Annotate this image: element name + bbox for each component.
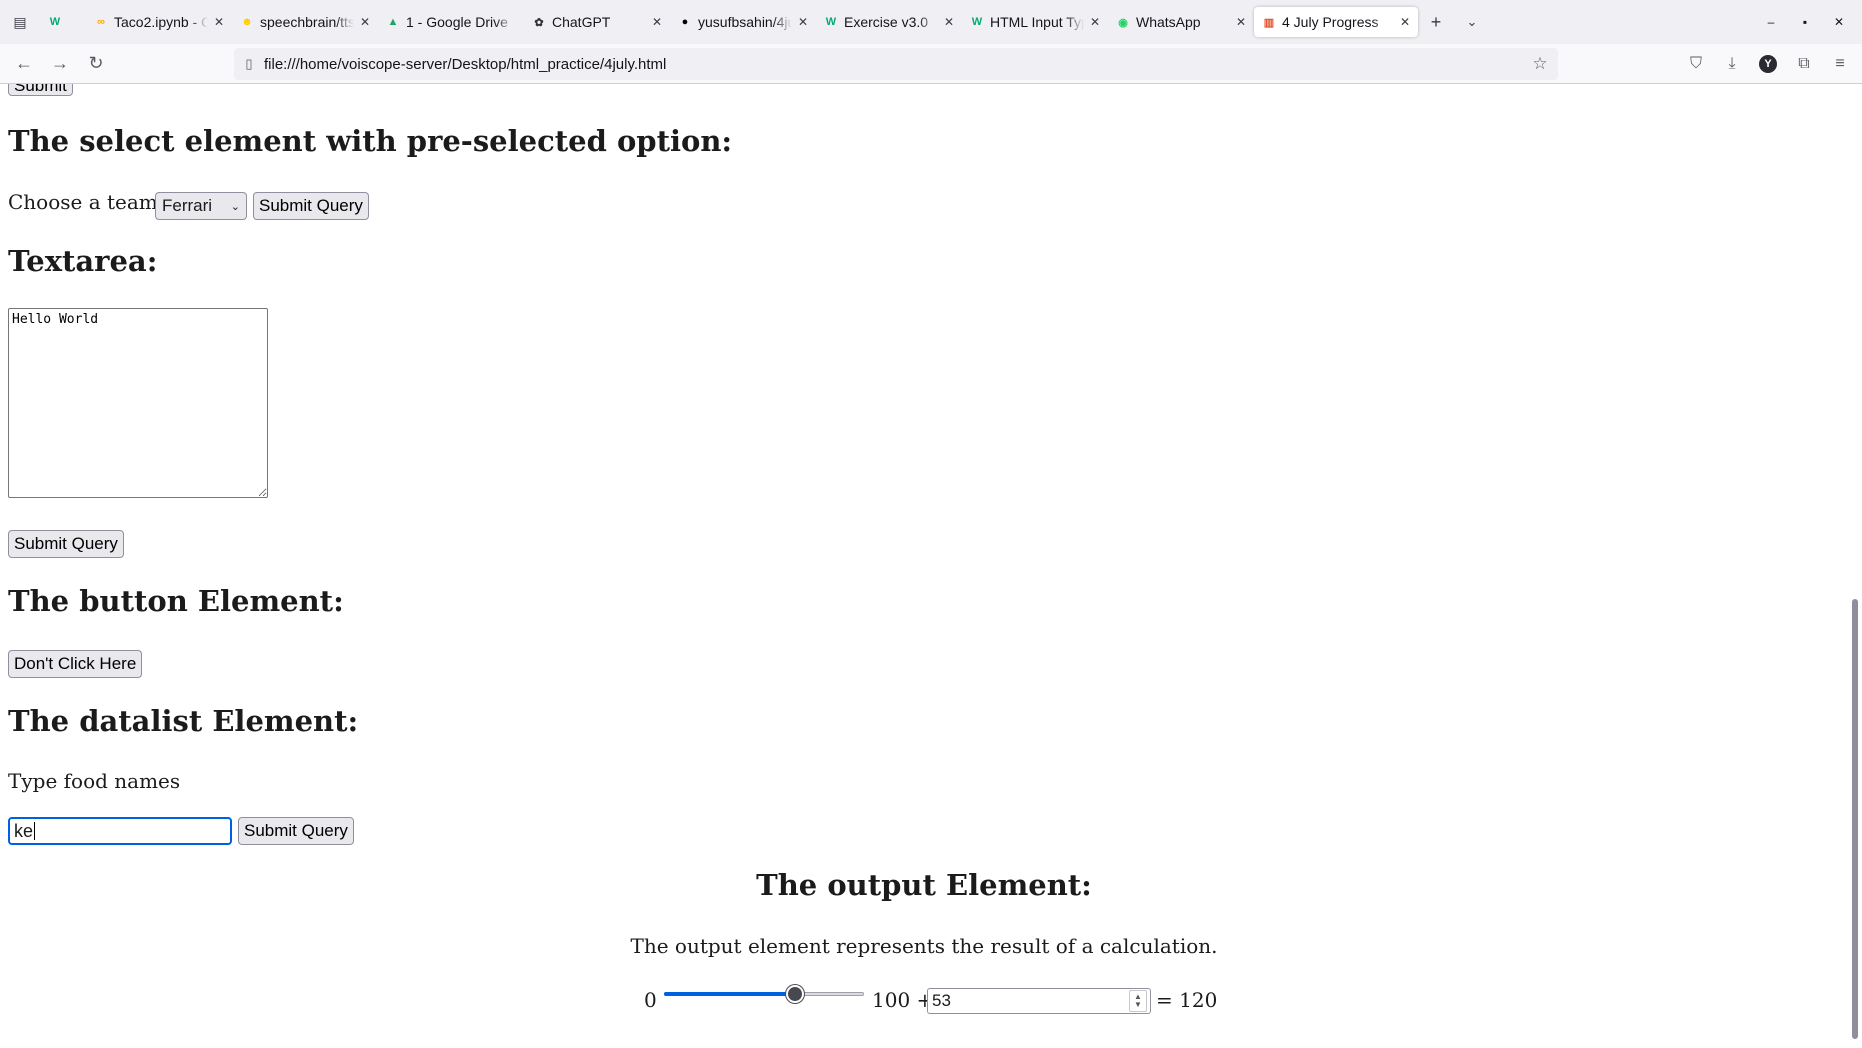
- submit-button[interactable]: Submit: [8, 84, 73, 96]
- close-icon[interactable]: ✕: [944, 15, 954, 29]
- list-all-tabs-icon[interactable]: ▤: [0, 0, 40, 44]
- tab-title: WhatsApp: [1136, 14, 1201, 30]
- tab-colab[interactable]: ∞ Taco2.ipynb - Colab ✕: [86, 7, 232, 37]
- huggingface-icon: ☻: [241, 16, 253, 28]
- output-result: = 120: [1156, 988, 1218, 1012]
- range-slider[interactable]: [664, 984, 864, 1004]
- vertical-scrollbar[interactable]: [1848, 84, 1862, 1048]
- close-icon[interactable]: ✕: [798, 15, 808, 29]
- close-icon[interactable]: ✕: [214, 15, 224, 29]
- maximize-icon[interactable]: ▪: [1788, 15, 1822, 29]
- team-select-value: Ferrari: [162, 196, 213, 215]
- close-icon[interactable]: ✕: [1090, 15, 1100, 29]
- output-section-heading: The output Element:: [756, 868, 1092, 902]
- whatsapp-icon: ◉: [1118, 16, 1128, 29]
- colab-icon: ∞: [97, 16, 105, 28]
- back-arrow-icon[interactable]: ←: [6, 48, 42, 80]
- page-viewport: Submit The select element with pre-selec…: [0, 84, 1848, 1048]
- chevron-down-icon: ⌄: [230, 200, 240, 213]
- reload-icon[interactable]: ↻: [78, 48, 114, 80]
- downloads-icon[interactable]: ⤓: [1714, 48, 1750, 80]
- scrollbar-thumb[interactable]: [1852, 599, 1858, 1039]
- food-datalist-input[interactable]: ke: [8, 817, 232, 845]
- toolbar-right: ⛉ ⤓ Y ⧉ ≡: [1678, 44, 1862, 84]
- tab-whatsapp[interactable]: ◉ WhatsApp ✕: [1108, 7, 1254, 37]
- minimize-icon[interactable]: –: [1754, 15, 1788, 29]
- w3schools-icon: W: [49, 16, 61, 28]
- chatgpt-icon: ✿: [534, 16, 544, 29]
- number-input[interactable]: 53 ▲ ▼: [927, 988, 1151, 1014]
- tab-title: Exercise v3.0: [844, 14, 929, 30]
- range-min-label: 0: [644, 988, 657, 1012]
- tab-4-july-progress[interactable]: ▥ 4 July Progress ✕: [1254, 7, 1418, 37]
- close-icon[interactable]: ✕: [1400, 15, 1410, 29]
- dont-click-button[interactable]: Don't Click Here: [8, 650, 143, 678]
- food-input-value: ke: [14, 820, 34, 841]
- message-textarea[interactable]: Hello World: [8, 308, 268, 498]
- bookmark-star-icon[interactable]: ☆: [1522, 54, 1558, 74]
- new-tab-icon[interactable]: +: [1418, 0, 1454, 44]
- account-icon[interactable]: Y: [1750, 48, 1786, 80]
- food-names-label: Type food names: [8, 769, 181, 793]
- chevron-down-icon[interactable]: ⌄: [1454, 0, 1490, 44]
- url-text: file:///home/voiscope-server/Desktop/htm…: [264, 55, 667, 73]
- select-submit-button[interactable]: Submit Query: [253, 192, 369, 220]
- tab-title: speechbrain/tts-tacotron: [260, 14, 354, 30]
- select-section-heading: The select element with pre-selected opt…: [8, 124, 733, 158]
- github-icon: ●: [681, 16, 689, 28]
- datalist-section-heading: The datalist Element:: [8, 704, 359, 738]
- slider-handle[interactable]: [785, 985, 804, 1003]
- range-max-label: 100 +: [872, 988, 934, 1012]
- pocket-icon[interactable]: ⛉: [1678, 48, 1714, 80]
- tab-chatgpt[interactable]: ✿ ChatGPT ✕: [524, 7, 670, 37]
- page-icon: ▯: [245, 56, 253, 71]
- number-input-value: 53: [932, 991, 951, 1010]
- tab-w3schools[interactable]: W: [40, 7, 86, 37]
- datalist-submit-button[interactable]: Submit Query: [238, 817, 354, 845]
- tab-github[interactable]: ● yusufbsahin/4july ✕: [670, 7, 816, 37]
- spinner-arrows-icon[interactable]: ▲ ▼: [1129, 990, 1147, 1012]
- tab-title: 1 - Google Drive: [406, 14, 508, 30]
- html-file-icon: ▥: [1263, 16, 1275, 29]
- menu-icon[interactable]: ≡: [1822, 48, 1858, 80]
- tab-title: yusufbsahin/4july: [698, 14, 792, 30]
- close-icon[interactable]: ✕: [360, 15, 370, 29]
- google-drive-icon: ▲: [387, 16, 399, 28]
- w3schools-icon: W: [971, 16, 983, 28]
- address-bar[interactable]: ▯ file:///home/voiscope-server/Desktop/h…: [234, 48, 1558, 80]
- choose-team-label: Choose a team:: [8, 190, 165, 214]
- tab-title: HTML Input Types: [990, 14, 1084, 30]
- tab-title: Taco2.ipynb - Colab: [114, 14, 208, 30]
- textarea-section-heading: Textarea:: [8, 244, 158, 278]
- navigation-bar: ← → ↻ ▯ file:///home/voiscope-server/Des…: [0, 44, 1862, 84]
- window-controls: – ▪ ✕: [1754, 15, 1862, 29]
- close-icon[interactable]: ✕: [652, 15, 662, 29]
- w3schools-icon: W: [825, 16, 837, 28]
- tab-title: ChatGPT: [552, 14, 611, 30]
- tab-google-drive[interactable]: ▲ 1 - Google Drive: [378, 7, 524, 37]
- team-select[interactable]: Ferrari ⌄: [155, 192, 247, 220]
- textarea-submit-button[interactable]: Submit Query: [8, 530, 124, 558]
- tab-exercise[interactable]: W Exercise v3.0 ✕: [816, 7, 962, 37]
- tab-html-input-types[interactable]: W HTML Input Types ✕: [962, 7, 1108, 37]
- slider-fill: [664, 992, 795, 996]
- output-description: The output element represents the result…: [630, 934, 1218, 958]
- extensions-icon[interactable]: ⧉: [1786, 48, 1822, 80]
- text-caret: [34, 822, 36, 840]
- close-icon[interactable]: ✕: [1236, 15, 1246, 29]
- button-section-heading: The button Element:: [8, 584, 344, 618]
- tab-speechbrain[interactable]: ☻ speechbrain/tts-tacotron ✕: [232, 7, 378, 37]
- close-window-icon[interactable]: ✕: [1822, 15, 1856, 29]
- tab-bar: ▤ W ∞ Taco2.ipynb - Colab ✕ ☻ speechbrai…: [0, 0, 1862, 44]
- forward-arrow-icon[interactable]: →: [42, 48, 78, 80]
- tab-title: 4 July Progress: [1282, 14, 1379, 30]
